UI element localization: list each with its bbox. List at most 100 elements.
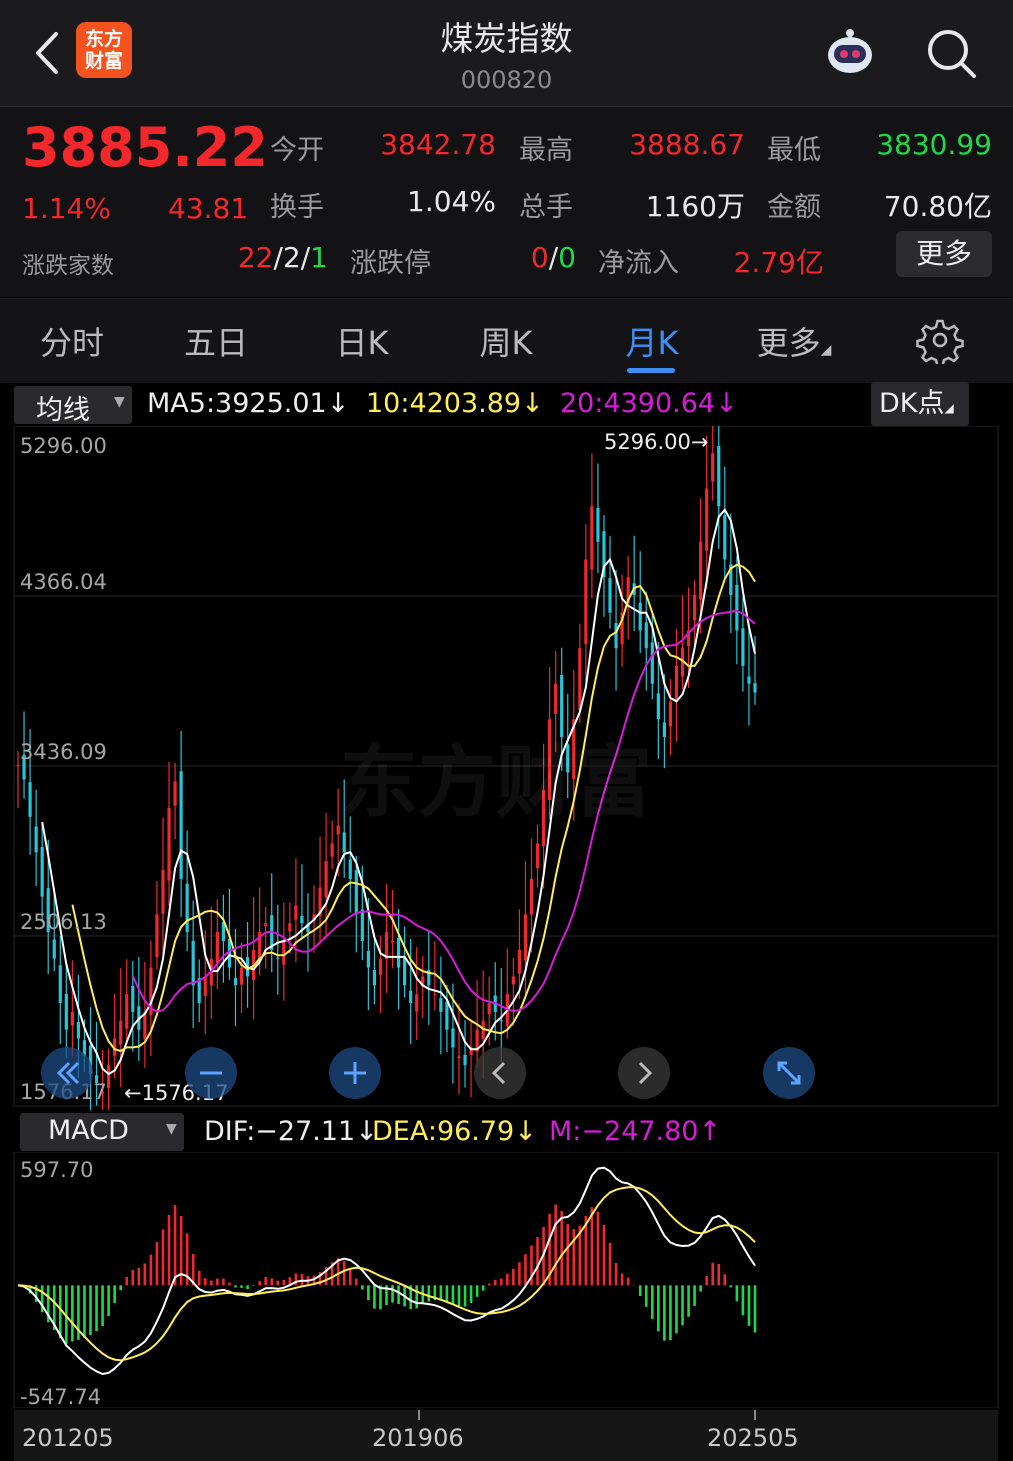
candle-body <box>753 683 757 693</box>
macd-chart[interactable] <box>0 1152 1013 1408</box>
candle-body <box>439 998 443 1012</box>
macd-indicator-select[interactable]: MACD ▼ <box>20 1113 184 1151</box>
high-value: 3888.67 <box>629 128 745 161</box>
x-tick-mark <box>418 1410 420 1420</box>
volume-label: 总手 <box>519 192 573 223</box>
tab-weekly-k[interactable]: 周K <box>456 318 556 364</box>
corner-triangle-icon: ◢ <box>820 342 832 358</box>
candle-body <box>203 976 207 997</box>
amount-value: 70.80亿 <box>883 190 992 223</box>
dk-label: DK点 <box>879 388 945 419</box>
candle-body <box>70 1011 74 1026</box>
zoom-out-icon[interactable] <box>185 1047 237 1099</box>
low-value: 3830.99 <box>876 128 992 161</box>
candle-body <box>614 623 618 649</box>
candle-body <box>705 488 709 551</box>
candle-body <box>64 993 68 1030</box>
ma20-label: 20:4390.64↓ <box>560 388 738 419</box>
macd-indicator-label: MACD <box>48 1115 129 1146</box>
m-label: M:−247.80↑ <box>549 1116 722 1147</box>
candle-body <box>463 1054 467 1066</box>
y-tick-label: 3436.09 <box>20 740 107 764</box>
candle-body <box>58 965 62 1004</box>
logo-text-line2: 财富 <box>84 50 123 72</box>
candle-body <box>723 515 727 560</box>
volume-value: 1160万 <box>645 190 745 223</box>
gear-icon[interactable] <box>916 316 964 364</box>
candle-body <box>741 628 745 666</box>
candle-body <box>638 602 642 631</box>
macd-frame <box>13 1152 999 1408</box>
candle-body <box>282 940 286 965</box>
zoom-in-icon[interactable] <box>329 1047 381 1099</box>
y-tick-label: 4366.04 <box>20 570 107 594</box>
open-value: 3842.78 <box>380 128 496 161</box>
candle-body <box>390 940 395 943</box>
candle-body <box>40 846 44 897</box>
search-icon[interactable] <box>922 24 980 82</box>
logo-text-line1: 东方 <box>84 28 123 50</box>
candle-body <box>288 923 292 932</box>
candle-body <box>523 914 528 961</box>
candle-body <box>239 967 244 985</box>
active-tab-indicator <box>627 368 675 373</box>
ma5-label: MA5:3925.01↓ <box>147 388 350 419</box>
ma-indicator-select[interactable]: 均线 ▼ <box>14 386 132 426</box>
scroll-left-icon[interactable] <box>474 1047 526 1099</box>
slash: / <box>273 241 283 274</box>
candle-body <box>28 782 32 817</box>
tab-intraday[interactable]: 分时 <box>22 318 122 364</box>
back-chevron-icon[interactable] <box>30 28 64 78</box>
dk-point-button[interactable]: DK点◢ <box>871 382 969 426</box>
candle-body <box>403 957 407 986</box>
change-amount: 43.81 <box>168 192 249 225</box>
candle-body <box>179 771 183 879</box>
candle-body <box>656 693 660 720</box>
open-label: 今开 <box>270 135 324 166</box>
candle-body <box>735 584 739 631</box>
dif-line <box>17 1166 756 1376</box>
candle-body <box>330 843 334 857</box>
candle-body <box>487 1003 491 1015</box>
tab-five-day[interactable]: 五日 <box>166 318 266 364</box>
limit-label: 涨跌停 <box>350 248 431 279</box>
more-button[interactable]: 更多 <box>896 231 992 277</box>
turnover-value: 1.04% <box>407 185 496 218</box>
candle-body <box>674 665 679 701</box>
last-price: 3885.22 <box>22 116 268 179</box>
candle-body <box>433 994 437 996</box>
watermark: 东方财富 <box>340 738 653 828</box>
candle-body <box>155 914 159 958</box>
candle-body <box>590 506 594 570</box>
candle-body <box>173 781 177 806</box>
tab-monthly-k[interactable]: 月K <box>602 318 702 364</box>
candle-body <box>52 939 56 959</box>
candle-body <box>366 950 370 968</box>
y-tick-label: 5296.00 <box>20 434 107 458</box>
high-label: 最高 <box>519 135 573 166</box>
candle-body <box>233 978 238 986</box>
candle-body <box>578 648 582 711</box>
double-left-icon[interactable] <box>41 1047 93 1099</box>
candle-body <box>76 1022 81 1039</box>
amount-label: 金额 <box>767 192 821 223</box>
candle-body <box>300 915 304 924</box>
fullscreen-icon[interactable] <box>763 1047 815 1099</box>
net-inflow-value: 2.79亿 <box>733 246 824 279</box>
flat-count: 2 <box>282 241 301 274</box>
candle-body <box>396 937 401 968</box>
candle-body <box>457 1056 461 1059</box>
tab-more[interactable]: 更多◢ <box>744 318 844 364</box>
robot-assistant-icon[interactable] <box>822 25 878 81</box>
tab-more-label: 更多 <box>756 324 821 362</box>
tab-daily-k[interactable]: 日K <box>312 318 412 364</box>
dropdown-arrow-icon: ▼ <box>114 394 125 410</box>
candle-body <box>161 869 165 914</box>
scroll-right-icon[interactable] <box>618 1047 670 1099</box>
slash: / <box>300 241 311 274</box>
candle-body <box>747 676 751 684</box>
candle-body <box>167 807 171 881</box>
dea-label: DEA:96.79↓ <box>372 1116 537 1147</box>
candle-body <box>535 843 540 869</box>
candle-body <box>717 446 721 507</box>
